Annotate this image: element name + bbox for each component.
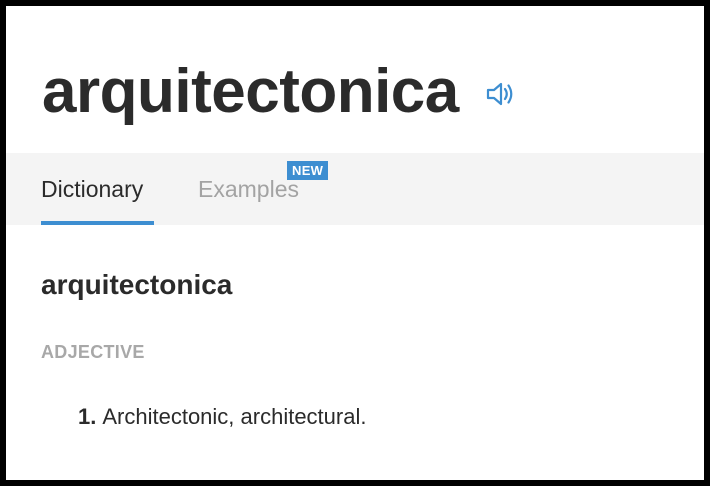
- tab-dictionary[interactable]: Dictionary: [41, 175, 143, 203]
- definition-number: 1.: [78, 404, 97, 429]
- tab-examples[interactable]: Examples: [198, 175, 299, 203]
- headword-row: arquitectonica: [42, 52, 517, 132]
- headword: arquitectonica: [42, 57, 459, 126]
- entry-title: arquitectonica: [41, 269, 233, 300]
- active-tab-indicator: [41, 221, 154, 225]
- dictionary-page: arquitectonica Dictionary Examples NEW a…: [0, 0, 710, 486]
- new-badge: NEW: [287, 161, 329, 180]
- definition-item: 1. Architectonic, architectural.: [78, 403, 366, 431]
- definition-text: Architectonic, architectural.: [102, 404, 367, 429]
- tab-bar: Dictionary Examples NEW: [6, 153, 704, 225]
- part-of-speech: ADJECTIVE: [41, 342, 145, 362]
- speaker-icon[interactable]: [483, 77, 517, 111]
